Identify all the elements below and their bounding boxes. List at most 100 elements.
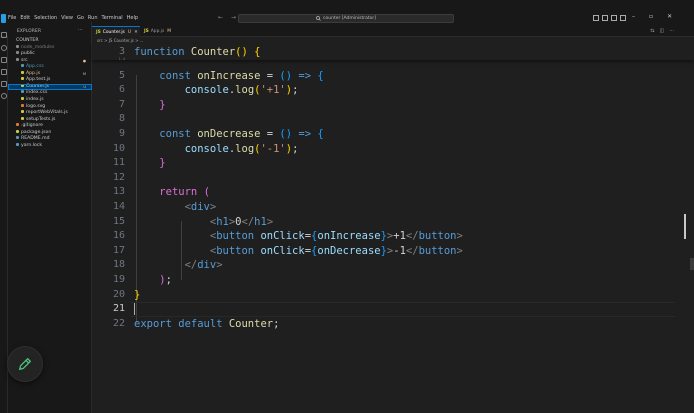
tree-item-label: App.css (26, 64, 44, 70)
code-text: const onDecrease = () => { (159, 127, 324, 140)
tab-app-js[interactable]: JS App.js M (140, 26, 176, 37)
tree-item-label: package.json (21, 129, 52, 135)
code-line[interactable]: 6 console.log('+1'); (92, 83, 694, 98)
git-status-badge: M (82, 71, 86, 76)
code-line[interactable]: 18 </div> (92, 258, 694, 273)
compare-icon[interactable]: ⇆ (650, 28, 654, 34)
tree-item-label: index.js (26, 96, 44, 102)
toggle-panel-icon[interactable] (602, 15, 608, 21)
overview-ruler-mark (690, 258, 694, 270)
search-view-icon[interactable] (1, 45, 7, 51)
extensions-icon[interactable] (1, 81, 7, 87)
activity-bar (0, 32, 8, 413)
run-debug-icon[interactable] (1, 69, 7, 75)
tree-item-label: COUNTER (16, 38, 39, 43)
code-text: <button onClick={onIncrease}>+1</button> (209, 230, 463, 243)
code-line[interactable]: 21 (92, 302, 694, 317)
tree-item-index-css[interactable]: index.css (8, 90, 92, 97)
line-number: 9 (118, 127, 125, 139)
code-line[interactable]: 16 <button onClick={onIncrease}>+1</butt… (92, 229, 694, 244)
menu-terminal[interactable]: Terminal (102, 14, 123, 23)
tab-counter-js[interactable]: JS Counter.js U ✕ (92, 26, 140, 37)
command-center-search[interactable]: counter [Administrator] (238, 14, 454, 23)
forward-arrow-icon[interactable]: → (231, 14, 236, 21)
code-line[interactable]: 20} (92, 288, 694, 303)
tree-item-reportwebvitals-js[interactable]: reportWebVitals.js (8, 110, 92, 117)
more-actions-icon[interactable]: ··· (78, 27, 83, 33)
js-file-icon (21, 83, 24, 87)
line-number: 10 (112, 142, 125, 154)
sticky-line-range: 1-4 (118, 57, 125, 61)
close-tab-icon[interactable]: ✕ (134, 30, 138, 35)
line-number: 13 (112, 186, 125, 198)
remote-icon[interactable] (1, 93, 7, 99)
tree-item-src[interactable]: src ● (8, 57, 92, 65)
code-text: return ( (159, 186, 210, 199)
menu-help[interactable]: Help (127, 14, 138, 23)
svg-file-icon (21, 103, 24, 107)
line-number: 5 (118, 69, 125, 81)
tree-item-index-js[interactable]: index.js (8, 96, 92, 104)
js-file-icon (21, 70, 24, 74)
js-file-icon (21, 116, 24, 120)
code-line[interactable]: 12 (92, 171, 694, 186)
tree-item-app-css[interactable]: App.css (8, 64, 92, 71)
tree-item-label: src (21, 57, 28, 63)
tree-item-counter[interactable]: COUNTER (8, 38, 92, 45)
code-line[interactable]: 8 (92, 112, 694, 127)
split-editor-icon[interactable]: ◫ (659, 28, 664, 34)
code-text: console.log('-1'); (184, 142, 299, 155)
toggle-secondary-sidebar-icon[interactable] (611, 15, 617, 21)
edit-floating-button[interactable] (7, 346, 43, 382)
editor-tabs: JS Counter.js U ✕ JS App.js M ⇆ ◫ ··· (92, 26, 694, 37)
tree-item-label: App.js (26, 70, 41, 76)
customize-layout-icon[interactable] (620, 15, 626, 21)
js-file-icon (21, 77, 24, 81)
back-arrow-icon[interactable]: ← (218, 14, 223, 21)
line-number: 21 (112, 303, 125, 315)
tree-item-app-test-js[interactable]: App.test.js (8, 77, 92, 84)
code-line[interactable]: 13 return ( (92, 185, 694, 200)
sticky-code-line: function Counter() { (134, 46, 261, 58)
code-line[interactable]: 11 } (92, 156, 694, 171)
code-line[interactable]: 19 ); (92, 273, 694, 288)
tab-status: U (127, 30, 132, 35)
breadcrumb[interactable]: src > JS Counter.js > ... (97, 38, 144, 43)
code-line[interactable]: 5 const onIncrease = () => { (92, 69, 694, 84)
minimize-icon[interactable]: – (632, 13, 635, 20)
sticky-scroll-header[interactable]: 3 function Counter() { 1-4 (92, 44, 694, 61)
scrollbar-thumb[interactable] (684, 214, 686, 239)
css-file-icon (21, 90, 24, 94)
current-line-highlight (130, 302, 675, 317)
tree-item-label: node_modules (21, 44, 55, 50)
more-icon[interactable]: ··· (669, 28, 674, 34)
explorer-icon[interactable] (1, 32, 7, 38)
line-number: 14 (112, 200, 125, 212)
tree-item-readme-md[interactable]: README.md (8, 136, 92, 143)
tree-item-app-js[interactable]: App.js M (8, 70, 92, 78)
tree-item-label: logo.svg (26, 103, 46, 109)
code-line[interactable]: 10 console.log('-1'); (92, 142, 694, 157)
restore-icon[interactable]: ▫ (649, 13, 653, 20)
js-file-icon (21, 110, 24, 114)
code-line[interactable]: 7 } (92, 98, 694, 113)
code-line[interactable]: 22 export default Counter; (92, 317, 694, 332)
tree-item-gitignore[interactable]: .gitignore (8, 123, 92, 130)
code-line[interactable]: 14 <div> (92, 200, 694, 215)
code-line[interactable]: 9 const onDecrease = () => { (92, 127, 694, 142)
tab-label: Counter.js (102, 30, 125, 35)
toggle-sidebar-icon[interactable] (593, 15, 599, 21)
source-control-icon[interactable] (1, 57, 7, 63)
tree-item-counter-js[interactable]: Counter.js U (8, 83, 92, 91)
tree-item-yarn-lock[interactable]: yarn.lock (8, 142, 92, 150)
code-line[interactable]: 17 <button onClick={onDecrease}>-1</butt… (92, 244, 694, 259)
close-icon[interactable]: ✕ (667, 13, 672, 20)
code-line[interactable]: 15 <h1>0</h1> (92, 215, 694, 230)
text-cursor (134, 303, 135, 316)
pencil-icon (19, 358, 31, 370)
code-editor[interactable]: 3 function Counter() { 1-4 5 const onInc… (92, 44, 694, 413)
line-number: 12 (112, 171, 125, 183)
line-number: 3 (118, 46, 125, 57)
line-number: 17 (112, 244, 125, 256)
tree-item-public[interactable]: public (8, 51, 92, 58)
